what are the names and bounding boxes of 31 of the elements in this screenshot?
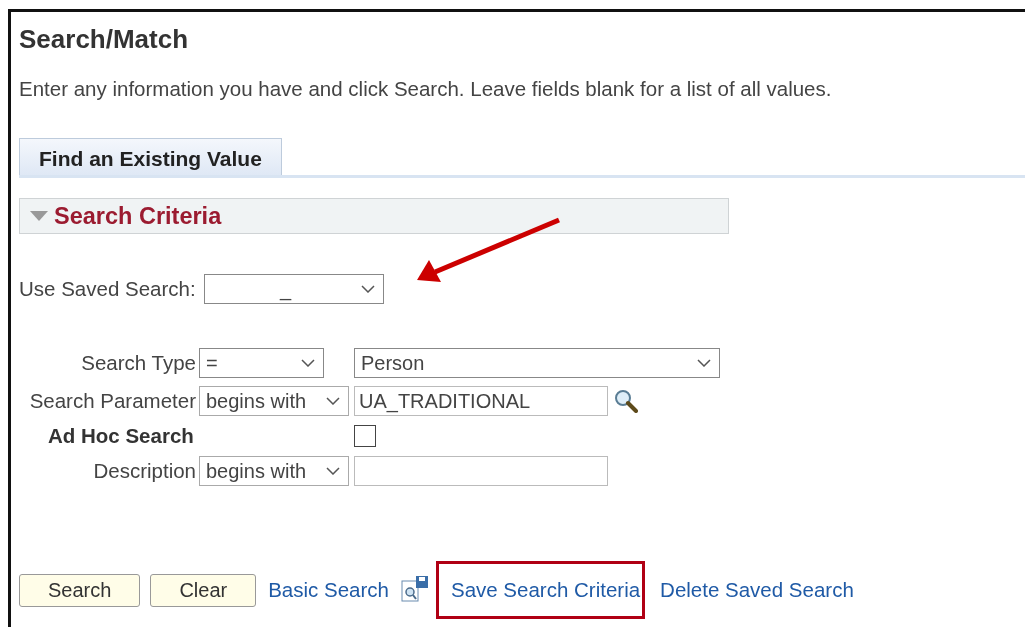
collapse-triangle-icon[interactable] [30,211,48,221]
value-dropdown[interactable]: Person [354,348,720,378]
caret-icon [326,467,340,475]
field-label: Search Parameter [29,389,196,413]
section-title: Search Criteria [54,202,222,230]
instructions-text: Enter any information you have and click Search. Leave fields blank for a list of all values. [19,78,833,100]
operator-dropdown[interactable]: begins with [199,456,349,486]
link[interactable]: Save Search Criteria [438,564,643,616]
save-search-icon[interactable] [400,576,429,604]
field-label: Ad Hoc Search [48,424,194,448]
operator-dropdown[interactable]: = [199,348,324,378]
field-label: Use Saved Search: [19,277,196,301]
field-label: Description [93,459,196,483]
search-icon[interactable] [614,389,638,413]
input-field[interactable]: UA_TRADITIONAL [354,386,608,416]
caret-icon [326,397,340,405]
action-button[interactable]: Search [19,573,141,607]
caret-icon [301,359,315,367]
link[interactable]: Basic Search [266,578,391,602]
checkbox[interactable] [354,425,376,447]
input-field[interactable] [354,456,608,486]
action-button[interactable]: Clear [150,573,257,607]
operator-dropdown[interactable]: begins with [199,386,349,416]
saved-search-dropdown[interactable]: _ [203,274,384,304]
caret-icon [697,359,711,367]
tab[interactable]: Find an Existing Value [19,138,282,175]
section-header[interactable]: Search Criteria [19,198,729,234]
caret-icon [360,285,375,293]
page-title: Search/Match [19,25,190,53]
field-label: Search Type [81,351,196,375]
link[interactable]: Delete Saved Search [658,578,856,602]
